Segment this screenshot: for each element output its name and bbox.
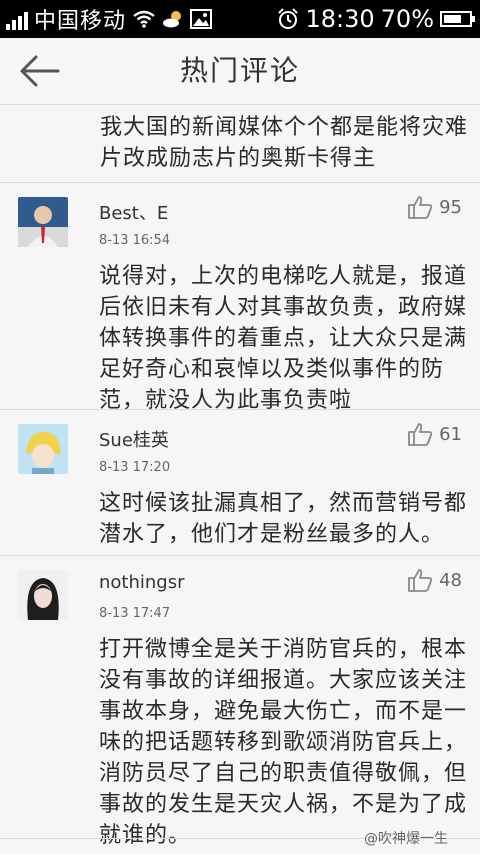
- watermark: @吹神爆一生: [364, 831, 448, 847]
- like-count: 61: [439, 423, 462, 445]
- like-button[interactable]: 48: [407, 568, 462, 592]
- comment-author[interactable]: Best、E: [99, 199, 168, 225]
- comment-author[interactable]: Sue桂英: [99, 426, 169, 452]
- comment-time: 8-13 16:54: [99, 233, 171, 248]
- comment-author[interactable]: nothingsr: [99, 572, 185, 593]
- like-count: 48: [439, 569, 462, 591]
- page-title: 热门评论: [179, 54, 300, 87]
- signal-icon: [6, 8, 28, 30]
- like-button[interactable]: 61: [407, 422, 462, 446]
- like-button[interactable]: 95: [407, 195, 462, 219]
- avatar[interactable]: [18, 570, 68, 620]
- wifi-icon: [133, 10, 155, 28]
- status-left: 中国移动: [6, 0, 213, 38]
- status-bar: 中国移动 18:30 70%: [0, 0, 480, 38]
- alarm-icon: [278, 8, 299, 29]
- previous-comment-text: 我大国的新闻媒体个个都是能将灾难片改成励志片的奥斯卡得主: [100, 115, 469, 171]
- status-time: 18:30: [305, 5, 375, 33]
- comment-text: 说得对，上次的电梯吃人就是，报道后依旧未有人对其事故负责，政府媒体转换事件的着重…: [99, 264, 468, 413]
- comment-time: 8-13 17:47: [99, 606, 171, 621]
- battery-percent: 70%: [380, 5, 434, 33]
- battery-icon: [440, 11, 475, 27]
- header-bar: 热门评论: [0, 38, 480, 105]
- avatar[interactable]: [18, 424, 68, 474]
- weather-icon: [163, 11, 182, 28]
- thumbs-up-icon: [408, 196, 433, 219]
- like-count: 95: [439, 196, 462, 218]
- comment-item[interactable]: nothingsr 8-13 17:47 48 打开微博全是关于消防官兵的，根本…: [0, 556, 480, 848]
- carrier-name: 中国移动: [34, 9, 127, 34]
- thumbs-up-icon: [408, 423, 433, 446]
- image-notification-icon: [190, 9, 213, 29]
- comment-item[interactable]: Sue桂英 8-13 17:20 61 这时候该扯漏真相了，然而营销号都潜水了，…: [0, 410, 480, 555]
- avatar[interactable]: [18, 197, 68, 247]
- thumbs-up-icon: [408, 569, 433, 592]
- comment-item[interactable]: Best、E 8-13 16:54 95 说得对，上次的电梯吃人就是，报道后依旧…: [0, 183, 480, 413]
- comment-text: 打开微博全是关于消防官兵的，根本没有事故的详细报道。大家应该关注事故本身，避免最…: [99, 637, 468, 848]
- status-right: 18:30 70%: [277, 0, 475, 38]
- battery-fill: [444, 15, 461, 23]
- comment-time: 8-13 17:20: [99, 460, 171, 475]
- comment-text: 这时候该扯漏真相了，然而营销号都潜水了，他们才是粉丝最多的人。: [99, 491, 468, 547]
